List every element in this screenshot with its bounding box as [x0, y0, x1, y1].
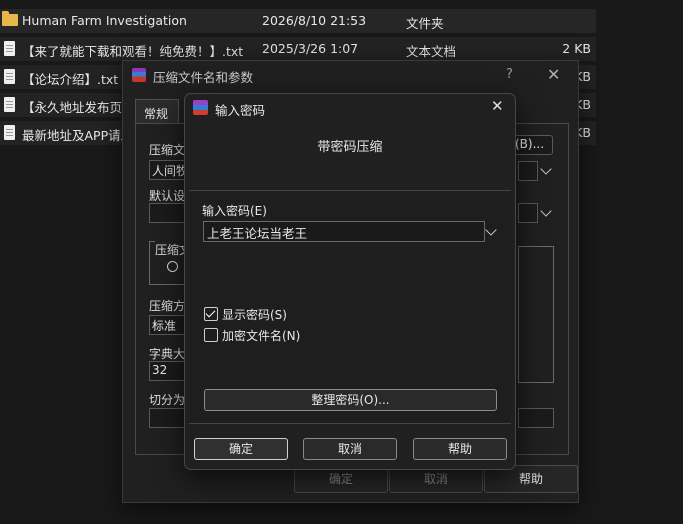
- cancel-button[interactable]: 取消: [303, 438, 397, 460]
- options-group: [518, 246, 554, 383]
- method-label: 压缩方: [149, 299, 186, 313]
- dialog-title: 输入密码: [215, 103, 266, 118]
- dict-value: 32: [152, 363, 168, 377]
- profile-box[interactable]: [149, 203, 189, 223]
- text-file-icon: [4, 41, 15, 56]
- format-label: 压缩文: [155, 241, 185, 258]
- folder-icon: [2, 11, 18, 26]
- text-file-icon: [4, 125, 15, 140]
- tab-general[interactable]: 常规: [135, 99, 179, 124]
- organize-passwords-button[interactable]: 整理密码(O)...: [204, 389, 497, 411]
- password-label: 输入密码(E): [202, 204, 267, 218]
- profile-dropdown[interactable]: [518, 203, 538, 223]
- file-name: 【来了就能下载和观看！纯免费！】.txt: [22, 44, 244, 59]
- method-value: 标准: [152, 319, 177, 333]
- file-name: 【论坛介绍】.txt: [22, 72, 119, 87]
- default-profile-label: 默认设: [149, 189, 186, 203]
- split-select[interactable]: [149, 408, 189, 428]
- file-row[interactable]: Human Farm Investigation 2026/8/10 21:53…: [0, 9, 596, 33]
- dict-label: 字典大: [149, 347, 186, 361]
- browse-label: (B)...: [515, 137, 545, 151]
- archive-name-value: 人间牧: [152, 164, 186, 178]
- dialog-title: 压缩文件名和参数: [153, 70, 254, 85]
- encrypt-names-label: 加密文件名(N): [222, 329, 301, 343]
- password-value: 上老王论坛当老王: [207, 226, 308, 241]
- password-dialog: 输入密码 ✕ 带密码压缩 输入密码(E) 上老王论坛当老王 显示密码(S) 加密…: [184, 93, 516, 470]
- winrar-icon: [132, 68, 146, 82]
- file-date: 2026/8/10 21:53: [262, 13, 367, 28]
- file-type: 文本文档: [406, 44, 457, 59]
- ok-button[interactable]: 确定: [194, 438, 288, 460]
- file-row[interactable]: 【来了就能下载和观看！纯免费！】.txt 2025/3/26 1:07 文本文档…: [0, 37, 596, 61]
- file-date: 2025/3/26 1:07: [262, 41, 359, 56]
- file-name: 最新地址及APP请发: [22, 128, 134, 143]
- text-file-icon: [4, 69, 15, 84]
- file-name: 【永久地址发布页】: [22, 100, 135, 115]
- close-icon[interactable]: ✕: [547, 65, 560, 84]
- file-size: 2 KB: [562, 41, 591, 56]
- close-icon[interactable]: ✕: [491, 97, 504, 115]
- encrypt-names-checkbox[interactable]: [204, 328, 218, 342]
- dialog-heading: 带密码压缩: [317, 140, 383, 155]
- split-label: 切分为: [149, 393, 186, 407]
- file-name: Human Farm Investigation: [22, 13, 187, 28]
- help-icon[interactable]: ?: [506, 67, 513, 82]
- file-type: 文件夹: [406, 16, 444, 31]
- show-password-label: 显示密码(S): [222, 308, 287, 322]
- format-radio[interactable]: [167, 261, 178, 272]
- text-file-icon: [4, 97, 15, 112]
- winrar-icon: [193, 100, 208, 115]
- show-password-checkbox[interactable]: [204, 307, 218, 321]
- password-input[interactable]: 上老王论坛当老王: [203, 221, 485, 242]
- archive-name-dropdown[interactable]: [518, 161, 538, 181]
- help-button[interactable]: 帮助: [413, 438, 507, 460]
- split-unit[interactable]: [518, 408, 554, 428]
- tab-label: 常规: [144, 107, 169, 121]
- archive-name-label: 压缩文: [149, 143, 186, 157]
